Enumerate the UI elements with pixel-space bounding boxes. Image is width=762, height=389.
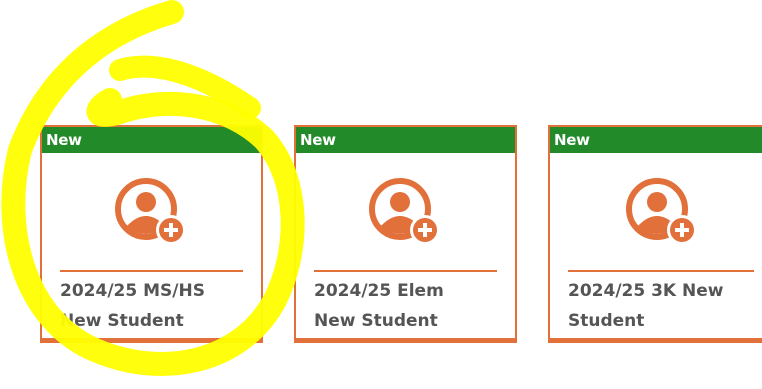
add-user-icon bbox=[114, 178, 186, 245]
tile-divider bbox=[314, 270, 497, 272]
add-user-icon bbox=[626, 178, 697, 245]
add-user-icon bbox=[368, 178, 440, 245]
tile-grid: New 2024/25 MS/HS New Student New 2024/2… bbox=[0, 0, 762, 389]
tile-ms-hs-new-student[interactable]: New 2024/25 MS/HS New Student bbox=[40, 125, 263, 343]
tile-elem-new-student[interactable]: New 2024/25 Elem New Student bbox=[294, 125, 517, 343]
new-badge: New bbox=[296, 127, 515, 153]
tile-divider bbox=[568, 270, 754, 272]
tile-3k-new-student[interactable]: New 2024/25 3K New Student bbox=[548, 125, 762, 343]
tile-divider bbox=[60, 270, 243, 272]
new-badge: New bbox=[550, 127, 762, 153]
new-badge: New bbox=[42, 127, 261, 153]
tile-title: 2024/25 MS/HS New Student bbox=[60, 281, 205, 331]
tile-title: 2024/25 3K New Student bbox=[568, 281, 724, 331]
tile-title: 2024/25 Elem New Student bbox=[314, 281, 444, 331]
